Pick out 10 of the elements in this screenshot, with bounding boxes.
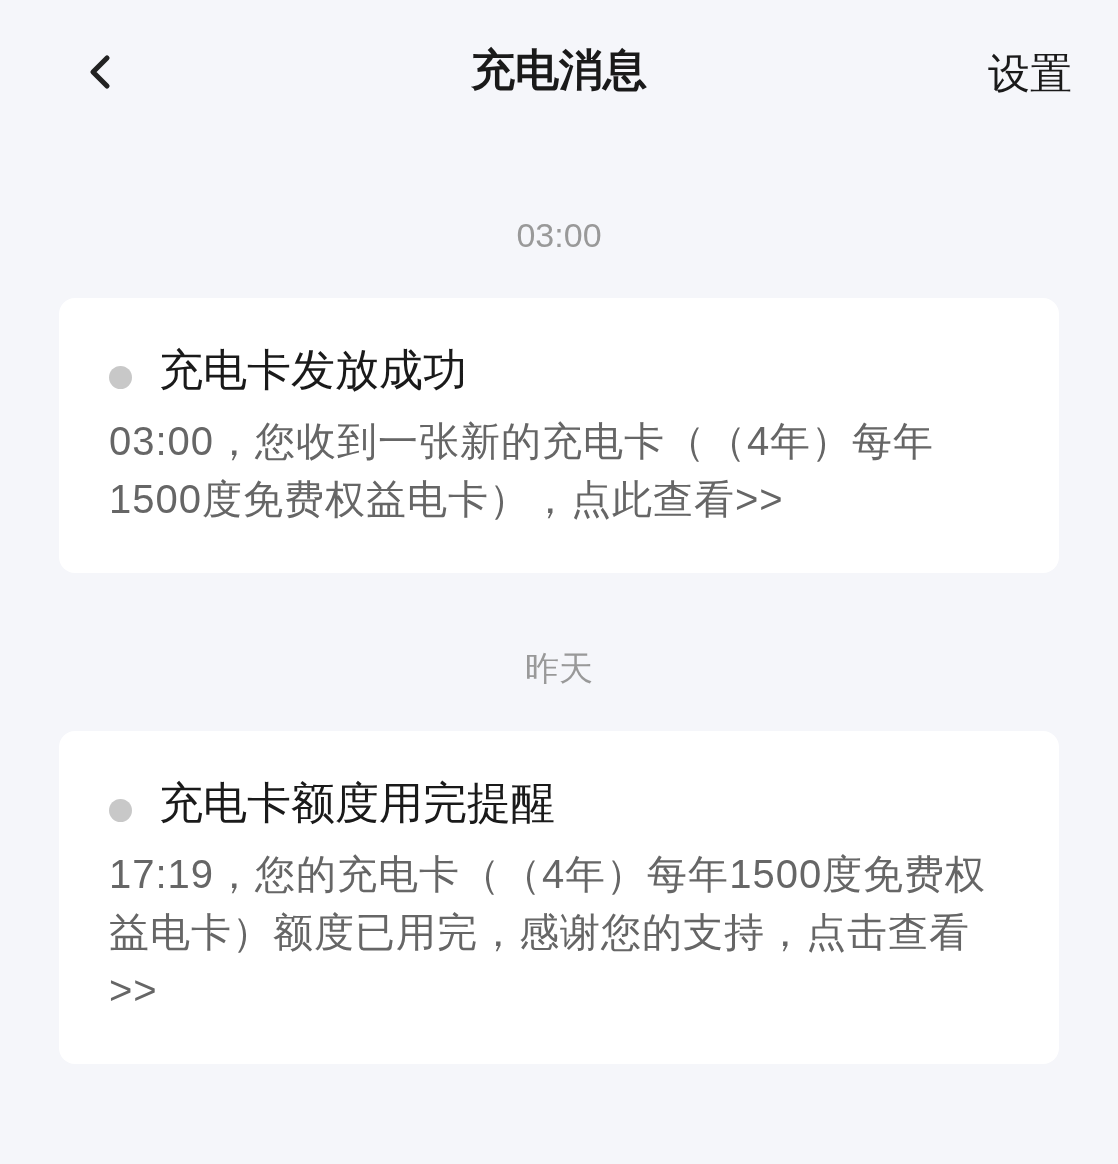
- message-card[interactable]: 充电卡额度用完提醒 17:19，您的充电卡（（4年）每年1500度免费权益电卡）额度已用完，感谢您的支持，点击查看>>: [59, 731, 1059, 1064]
- page-title: 充电消息: [471, 44, 647, 96]
- message-body: 03:00，您收到一张新的充电卡（（4年）每年1500度免费权益电卡），点此查看>>: [109, 418, 936, 523]
- message-card[interactable]: 充电卡发放成功 03:00，您收到一张新的充电卡（（4年）每年1500度免费权益电卡），点此查看>>: [59, 298, 1059, 573]
- message-title: 充电卡额度用完提醒: [159, 777, 555, 829]
- time-label: 03:00: [516, 215, 602, 256]
- message-body: 17:19，您的充电卡（（4年）每年1500度免费权益电卡）额度已用完，感谢您的支持，点击查看>>: [109, 851, 988, 1014]
- time-label: 昨天: [525, 648, 593, 689]
- message-title: 充电卡发放成功: [159, 344, 467, 396]
- settings-link[interactable]: 设置: [988, 42, 1072, 105]
